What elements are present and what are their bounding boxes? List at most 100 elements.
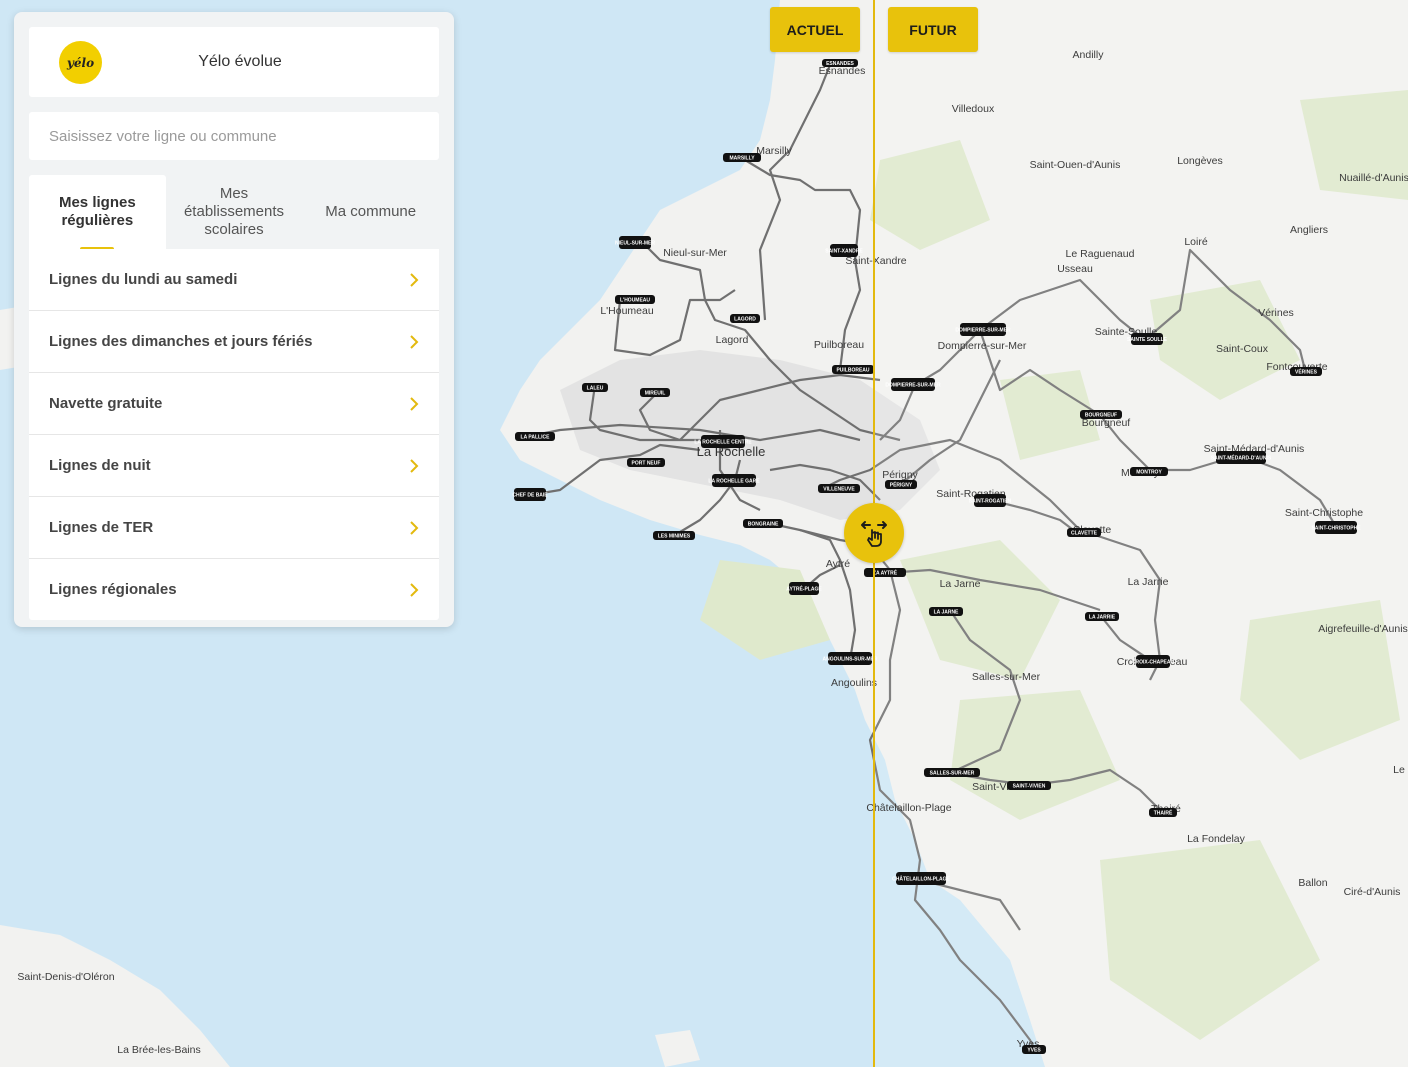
menu-item-lignes-de-nuit[interactable]: Lignes de nuit [29,435,439,497]
svg-text:BONGRAINE: BONGRAINE [748,522,779,528]
menu-item-label: Lignes des dimanches et jours fériés [49,333,313,350]
menu-item-lignes-regionales[interactable]: Lignes régionales [29,559,439,620]
stop-badge: SAINTE SOULLE [1127,333,1168,345]
tab-mes-lignes-regulieres[interactable]: Mes lignes régulières [29,175,166,251]
stop-badge: SAINT-XANDRE [825,244,863,257]
place-label: Puilboreau [814,339,864,351]
stop-badge: THAIRÉ [1149,808,1177,817]
svg-text:LALEU: LALEU [587,386,604,392]
tab-mes-etablissements-scolaires[interactable]: Mes établissements scolaires [166,175,303,249]
place-label: La Jarrie [1128,576,1169,588]
svg-text:PÉRIGNY: PÉRIGNY [890,481,913,489]
place-label: Saint-Ouen-d'Aunis [1030,159,1121,171]
svg-text:LA ROCHELLE CENTRE: LA ROCHELLE CENTRE [694,440,752,446]
stop-badge: VÉRINES [1290,367,1322,376]
stop-badge: MIREUIL [640,388,670,397]
stop-badge: L'HOUMEAU [615,295,655,304]
place-label: Saint-Christophe [1285,507,1363,519]
svg-text:DOMPIERRE-SUR-MER: DOMPIERRE-SUR-MER [885,383,941,389]
place-label: Vérines [1258,307,1294,319]
swipe-hand-icon [861,521,887,547]
tab-label: Mes lignes régulières [58,194,136,229]
place-label: Ciré-d'Aunis [1344,886,1401,898]
svg-text:YVES: YVES [1027,1048,1041,1054]
svg-text:ZA AYTRÉ: ZA AYTRÉ [873,569,898,577]
stop-badge: SAINT-CHRISTOPHE [1311,521,1361,534]
chevron-right-icon [410,582,419,597]
stop-badge: LA ROCHELLE CENTRE [694,435,752,448]
stop-badge: BONGRAINE [743,519,783,528]
place-label: Saint-Coux [1216,343,1269,355]
svg-text:SAINT-MÉDARD-D'AUNIS: SAINT-MÉDARD-D'AUNIS [1211,454,1272,462]
place-label: Châtelaillon-Plage [866,802,951,814]
stop-badge: LES MINIMES [653,531,695,540]
svg-text:BOURGNEUF: BOURGNEUF [1085,413,1117,419]
actuel-button[interactable]: ACTUEL [770,7,860,52]
menu-item-dimanches-feries[interactable]: Lignes des dimanches et jours fériés [29,311,439,373]
stop-badge: ANGOULINS-SUR-MER [823,652,878,665]
place-label: Lagord [716,334,749,346]
stop-badge: LA PALLICE [515,432,555,441]
tab-label: Ma commune [325,203,417,220]
place-label: Ballon [1298,877,1327,889]
svg-text:ESNANDES: ESNANDES [826,61,854,67]
svg-text:SAINT-VIVIEN: SAINT-VIVIEN [1013,784,1046,790]
menu-item-navette-gratuite[interactable]: Navette gratuite [29,373,439,435]
futur-button[interactable]: FUTUR [888,7,978,52]
svg-text:THAIRÉ: THAIRÉ [1154,809,1173,817]
stop-badge: CLAVETTE [1067,528,1101,537]
place-label: La Brée-les-Bains [117,1044,200,1056]
svg-text:CROIX-CHAPEAU: CROIX-CHAPEAU [1132,660,1175,666]
stop-badge: SAINT-VIVIEN [1007,781,1051,790]
stop-badge: LALEU [582,383,608,392]
svg-text:LA JARNE: LA JARNE [934,610,959,616]
place-label: Nieul-sur-Mer [663,247,727,259]
svg-text:ANGOULINS-SUR-MER: ANGOULINS-SUR-MER [823,657,878,663]
stop-badge: NIEUL-SUR-MER [615,236,655,249]
chevron-right-icon [410,272,419,287]
svg-text:MONTROY: MONTROY [1136,470,1162,476]
menu-item-lignes-ter[interactable]: Lignes de TER [29,497,439,559]
svg-text:LA JARRIE: LA JARRIE [1089,615,1116,621]
svg-text:VILLENEUVE: VILLENEUVE [823,487,855,493]
line-category-list: Lignes du lundi au samedi Lignes des dim… [29,249,439,620]
stop-badge: PORT NEUF [627,458,665,467]
compare-slider-handle[interactable] [844,503,904,563]
side-panel: yélo Yélo évolue Mes lignes régulières M… [14,12,454,627]
place-label: Nuaillé-d'Aunis [1339,172,1408,184]
place-label: La Jarne [940,578,981,590]
chevron-right-icon [410,458,419,473]
stop-badge: MONTROY [1130,467,1168,476]
svg-text:CHEF DE BAIE: CHEF DE BAIE [512,493,548,499]
stop-badge: BOURGNEUF [1080,410,1122,419]
tab-label: Mes établissements scolaires [183,185,285,238]
stop-badge: LA JARRIE [1085,612,1119,621]
panel-header: yélo Yélo évolue [29,27,439,97]
stop-badge: LA ROCHELLE GARE [708,474,760,487]
stop-badge: PÉRIGNY [885,480,917,489]
svg-text:MIREUIL: MIREUIL [645,391,666,397]
stop-badge: LAGORD [730,314,760,323]
svg-text:VÉRINES: VÉRINES [1295,368,1318,376]
app-title: Yélo évolue [198,53,282,70]
place-label: Le [1393,764,1405,776]
place-label: La Fondelay [1187,833,1246,845]
menu-item-label: Navette gratuite [49,395,163,412]
menu-item-label: Lignes de TER [49,519,154,536]
menu-item-label: Lignes régionales [49,581,177,598]
place-label: Marsilly [756,145,792,157]
menu-item-label: Lignes de nuit [49,457,151,474]
place-label: Angoulins [831,677,877,689]
chevron-right-icon [410,520,419,535]
search-input[interactable] [29,112,439,160]
chevron-right-icon [410,396,419,411]
place-label: Villedoux [952,103,995,115]
stop-badge: MARSILLY [723,153,761,162]
stop-badge: ZA AYTRÉ [864,568,906,577]
menu-item-lundi-samedi[interactable]: Lignes du lundi au samedi [29,249,439,311]
svg-text:MARSILLY: MARSILLY [729,156,755,162]
place-label: Andilly [1073,49,1105,61]
place-label: L'Houmeau [600,305,654,317]
stop-badge: SAINT-MÉDARD-D'AUNIS [1211,451,1272,464]
tab-ma-commune[interactable]: Ma commune [302,175,439,249]
